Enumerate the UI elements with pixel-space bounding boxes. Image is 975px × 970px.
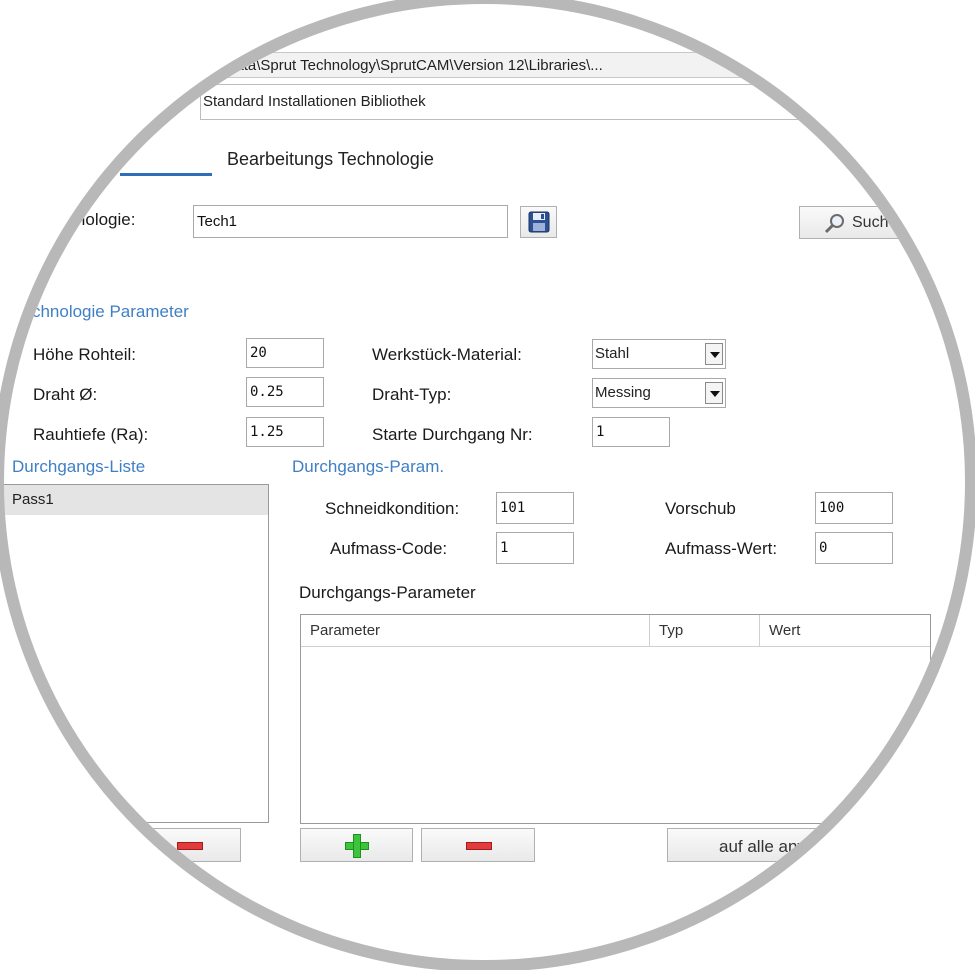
magnifier-icon: [824, 214, 844, 234]
technology-label: Technologie:: [40, 210, 136, 229]
vorschub-input[interactable]: 100: [815, 492, 893, 524]
library-window: ProgramData\Sprut Technology\SprutCAM\Ve…: [0, 0, 975, 970]
list-item[interactable]: Pass1: [0, 485, 268, 515]
column-header-typ[interactable]: Typ: [650, 615, 760, 646]
column-header-parameter[interactable]: Parameter: [301, 615, 650, 646]
technology-parameters-heading: Technologie Parameter: [14, 302, 189, 321]
schneidkondition-label: Schneidkondition:: [325, 499, 460, 518]
rauhtiefe-input[interactable]: 1.25: [246, 417, 324, 447]
pass-parameter-grid-title: Durchgangs-Parameter: [299, 583, 476, 602]
apply-to-all-button[interactable]: auf alle anwenden: [667, 828, 927, 862]
search-button[interactable]: Suchen: [799, 206, 906, 239]
chevron-down-icon[interactable]: [705, 343, 723, 365]
chevron-down-icon[interactable]: [705, 382, 723, 404]
pass-parameter-grid[interactable]: Parameter Typ Wert: [300, 614, 931, 824]
pass-list[interactable]: Pass1: [0, 484, 269, 823]
save-technology-button[interactable]: [520, 206, 557, 238]
draht-typ-select[interactable]: Messing: [592, 378, 726, 408]
plus-icon: [345, 834, 369, 858]
floppy-disk-icon: [528, 211, 550, 233]
tab-technologie[interactable]: Technologie: [29, 149, 125, 170]
technology-name-input[interactable]: Tech1: [193, 205, 508, 238]
grid-header: Parameter Typ Wert: [301, 615, 930, 647]
pass-params-heading: Durchgangs-Param.: [292, 457, 445, 476]
library-name-field[interactable]: Standard Installationen Bibliothek: [200, 84, 800, 120]
aufmass-code-input[interactable]: 1: [496, 532, 574, 564]
active-tab-indicator: [120, 173, 212, 176]
add-parameter-button[interactable]: [300, 828, 413, 862]
minus-icon: [177, 842, 203, 850]
schneidkondition-input[interactable]: 101: [496, 492, 574, 524]
remove-pass-button[interactable]: [120, 828, 241, 862]
pass-list-heading: Durchgangs-Liste: [12, 457, 146, 476]
aufmass-code-label: Aufmass-Code:: [330, 539, 448, 558]
werkstueck-material-select[interactable]: Stahl: [592, 339, 726, 369]
werkstueck-material-label: Werkstück-Material:: [372, 345, 522, 364]
starte-durchgang-input[interactable]: 1: [592, 417, 670, 447]
remove-parameter-button[interactable]: [421, 828, 535, 862]
rauhtiefe-label: Rauhtiefe (Ra):: [33, 425, 149, 444]
library-path: ProgramData\Sprut Technology\SprutCAM\Ve…: [167, 57, 603, 74]
column-header-wert[interactable]: Wert: [760, 615, 930, 646]
draht-durchmesser-label: Draht Ø:: [33, 385, 98, 404]
hoehe-rohteil-label: Höhe Rohteil:: [33, 345, 137, 364]
library-path-bar: ProgramData\Sprut Technology\SprutCAM\Ve…: [150, 52, 810, 78]
minus-icon: [466, 842, 492, 850]
search-button-label: Suchen: [852, 214, 907, 231]
vorschub-label: Vorschub: [665, 499, 736, 518]
tab-bearbeitungs-technologie[interactable]: Bearbeitungs Technologie: [227, 149, 434, 170]
starte-durchgang-label: Starte Durchgang Nr:: [372, 425, 533, 444]
hoehe-rohteil-input[interactable]: 20: [246, 338, 324, 368]
aufmass-wert-label: Aufmass-Wert:: [665, 539, 778, 558]
aufmass-wert-input[interactable]: 0: [815, 532, 893, 564]
apply-to-all-label: auf alle anwenden: [719, 837, 858, 856]
draht-durchmesser-input[interactable]: 0.25: [246, 377, 324, 407]
draht-typ-label: Draht-Typ:: [372, 385, 452, 404]
library-name: Standard Installationen Bibliothek: [203, 93, 426, 110]
